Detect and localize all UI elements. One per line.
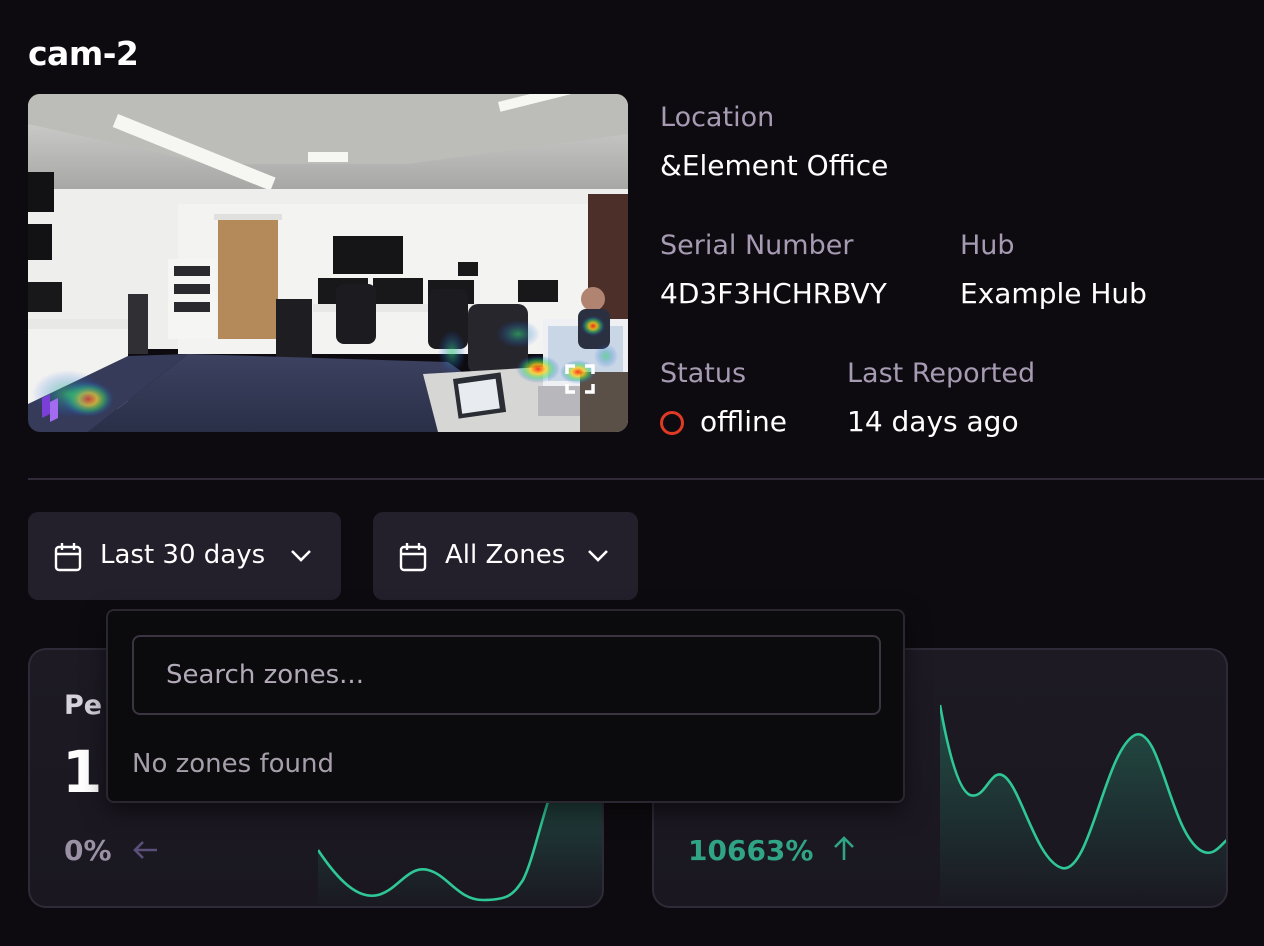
camera-snapshot[interactable] [28,94,628,432]
zones-filter-button[interactable]: All Zones [373,512,638,600]
hub-label: Hub [960,230,1015,261]
status-label: Status [660,358,747,389]
chevron-down-icon [588,550,608,562]
stat-card-value: 1 [62,738,103,806]
last-reported-value: 14 days ago [847,405,1019,438]
status-indicator-icon [660,411,684,435]
last-reported-label: Last Reported [847,358,1036,389]
camera-detail-page: cam-2 Location &Element Office Serial Nu… [0,0,1264,946]
stat-card-change: 0% [64,834,159,867]
fullscreen-icon[interactable] [563,362,597,396]
calendar-icon [399,543,427,572]
arrow-up-icon [834,836,855,860]
change-percent: 10663% [688,834,814,867]
arrow-left-icon [133,841,158,859]
sparkline-chart [940,704,1226,906]
stat-card-title: Pe [64,690,103,721]
stat-card-change: 10663% [688,834,857,867]
zones-filter-label: All Zones [445,540,566,570]
calendar-icon [54,543,82,572]
status-value: offline [700,405,787,438]
section-divider [28,478,1264,480]
serial-number-value: 4D3F3HCHRBVY [660,277,887,310]
zones-dropdown: No zones found [106,609,905,803]
hub-value: Example Hub [960,277,1147,310]
location-label: Location [660,102,775,133]
search-zones-input[interactable] [132,635,881,715]
snapshot-image [28,94,628,432]
chevron-down-icon [291,550,311,562]
serial-number-label: Serial Number [660,230,854,261]
page-title: cam-2 [28,34,139,73]
location-value: &Element Office [660,149,889,182]
change-percent: 0% [64,834,112,867]
empty-state-message: No zones found [132,749,334,779]
brand-logo-icon [42,394,58,422]
date-range-label: Last 30 days [100,540,266,570]
date-range-filter-button[interactable]: Last 30 days [28,512,341,600]
